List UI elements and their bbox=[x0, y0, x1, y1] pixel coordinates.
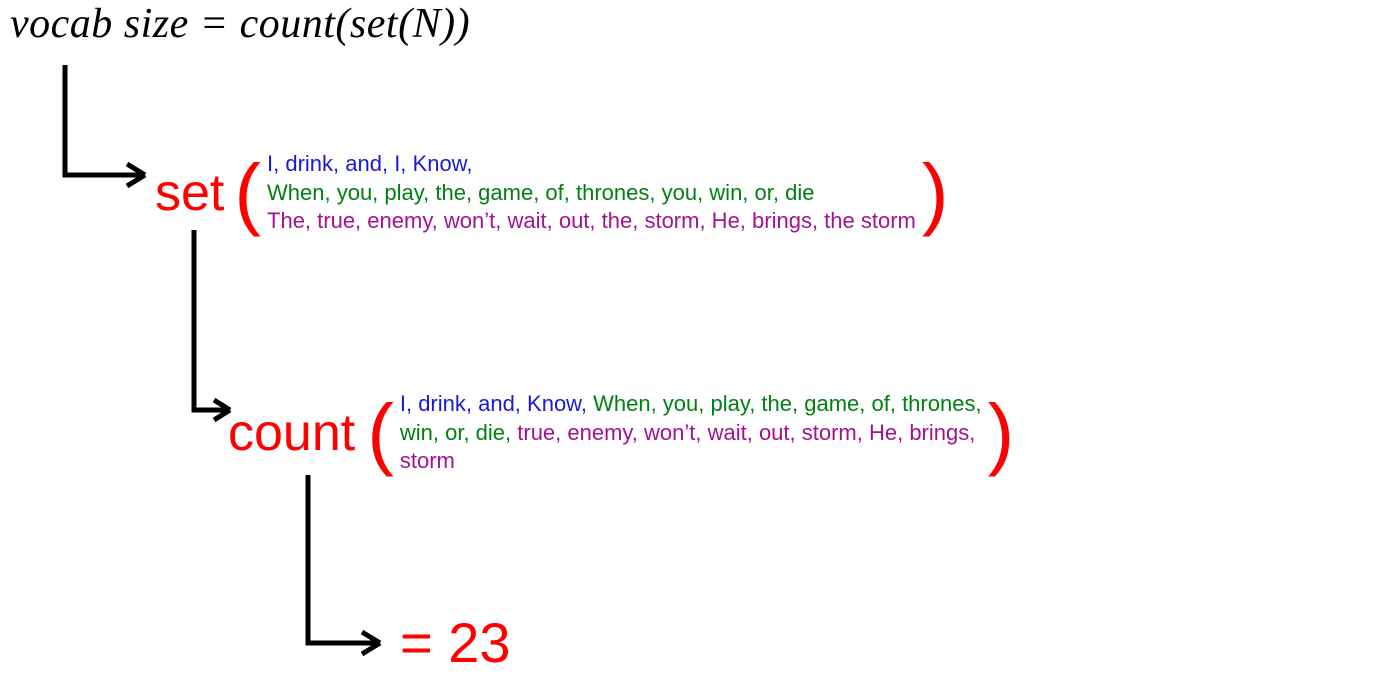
diagram-stage: vocab size = count(set(N)) set ( I, drin… bbox=[0, 0, 1400, 696]
set-tokens: I, drink, and, I, Know, When, you, play,… bbox=[267, 150, 916, 236]
result-text: = 23 bbox=[400, 611, 511, 674]
count-lparen: ( bbox=[367, 397, 394, 469]
count-seg-blue: I, drink, and, Know, bbox=[400, 391, 593, 416]
count-seg-purple: true, enemy, won’t, wait, out, storm, He… bbox=[517, 420, 975, 445]
arrow-to-result bbox=[300, 475, 400, 665]
count-block: count ( I, drink, and, Know, When, you, … bbox=[228, 390, 1014, 476]
count-seg-green2: win, or, die, bbox=[400, 420, 517, 445]
count-tokens: I, drink, and, Know, When, you, play, th… bbox=[400, 390, 982, 476]
count-seg-green1: When, you, play, the, game, of, thrones, bbox=[593, 391, 981, 416]
set-block: set ( I, drink, and, I, Know, When, you,… bbox=[155, 150, 949, 236]
set-fn-label: set bbox=[155, 167, 224, 219]
count-rparen: ) bbox=[988, 397, 1015, 469]
formula-text: vocab size = count(set(N)) bbox=[10, 0, 470, 48]
result-block: = 23 bbox=[400, 615, 511, 671]
set-line3: The, true, enemy, won’t, wait, out, the,… bbox=[267, 208, 916, 233]
set-line2: When, you, play, the, game, of, thrones,… bbox=[267, 180, 814, 205]
set-rparen: ) bbox=[922, 157, 949, 229]
arrow-to-set bbox=[55, 65, 165, 200]
count-storm: storm bbox=[400, 448, 455, 473]
set-lparen: ( bbox=[234, 157, 261, 229]
count-fn-label: count bbox=[228, 407, 355, 459]
set-line1: I, drink, and, I, Know, bbox=[267, 151, 472, 176]
